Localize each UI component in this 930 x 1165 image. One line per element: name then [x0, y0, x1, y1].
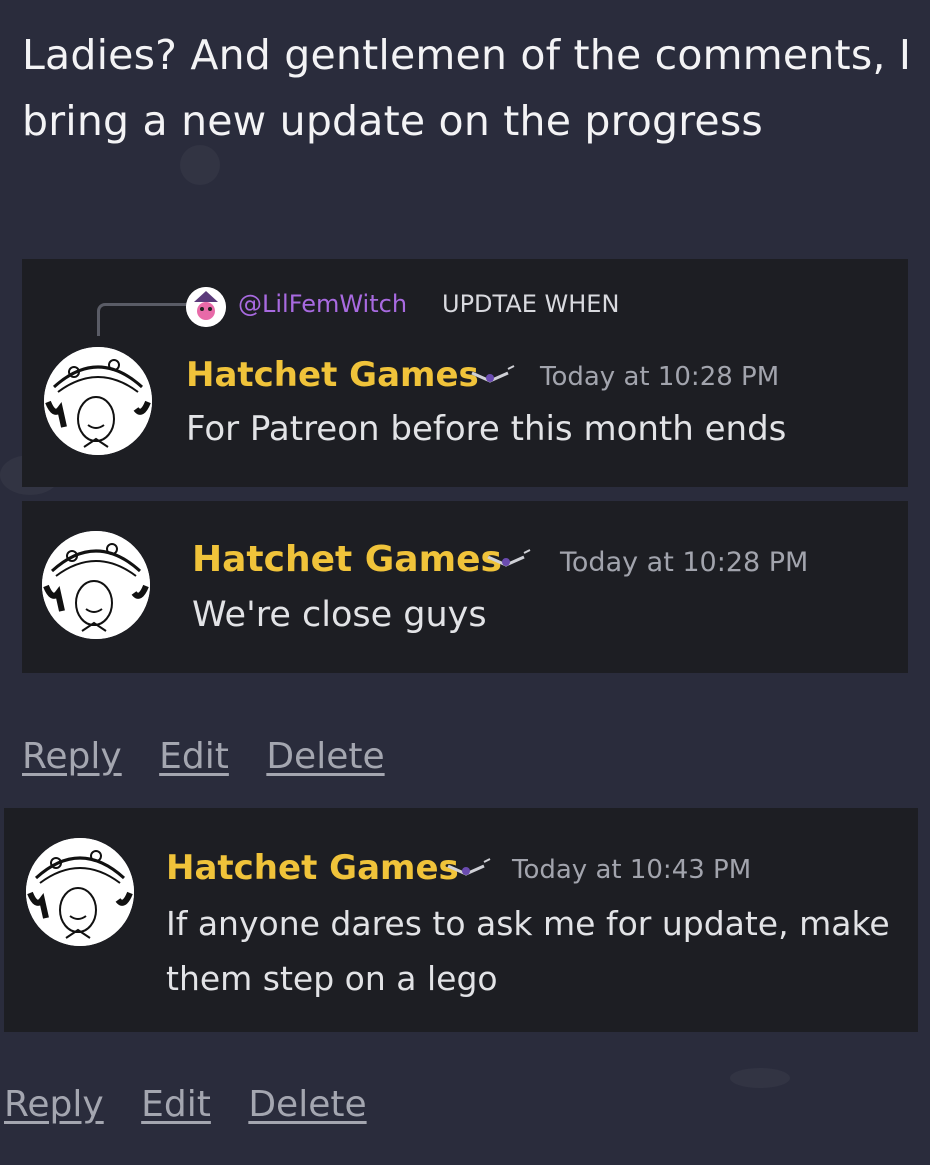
message-card: Hatchet Games Today at 10:28 PM We're cl… — [22, 501, 908, 673]
message-text: For Patreon before this month ends — [186, 409, 787, 449]
bird-badge-icon — [468, 363, 518, 391]
message-card: @LilFemWitch UPDTAE WHEN Hatchet Games T… — [22, 259, 908, 487]
username[interactable]: Hatchet Games — [192, 539, 502, 580]
edit-link[interactable]: Edit — [159, 736, 229, 777]
reply-link[interactable]: Reply — [4, 1084, 104, 1125]
avatar-hatchet-games[interactable] — [42, 531, 150, 639]
message-card: Hatchet Games Today at 10:43 PM If anyon… — [4, 808, 918, 1032]
background-bubble — [730, 1068, 790, 1088]
timestamp: Today at 10:28 PM — [560, 547, 809, 578]
username[interactable]: Hatchet Games — [166, 848, 459, 888]
bird-badge-icon — [484, 547, 534, 575]
delete-link[interactable]: Delete — [248, 1084, 366, 1125]
message-text: We're close guys — [192, 595, 487, 635]
delete-link[interactable]: Delete — [266, 736, 384, 777]
avatar-lilfemwitch — [186, 287, 226, 327]
message-text: If anyone dares to ask me for update, ma… — [166, 904, 890, 998]
reply-link[interactable]: Reply — [22, 736, 122, 777]
username[interactable]: Hatchet Games — [186, 355, 479, 395]
reply-mention[interactable]: @LilFemWitch — [238, 290, 407, 318]
bird-badge-icon — [444, 856, 494, 884]
comment-actions: Reply Edit Delete — [22, 736, 411, 777]
timestamp: Today at 10:28 PM — [540, 362, 780, 392]
avatar-hatchet-games[interactable] — [44, 347, 152, 455]
edit-link[interactable]: Edit — [141, 1084, 211, 1125]
comment-actions: Reply Edit Delete — [4, 1084, 393, 1125]
reply-connector — [97, 303, 188, 336]
post-text: Ladies? And gentlemen of the comments, I… — [22, 31, 912, 145]
reply-snippet: UPDTAE WHEN — [442, 290, 620, 318]
timestamp: Today at 10:43 PM — [512, 855, 752, 885]
avatar-hatchet-games[interactable] — [26, 838, 134, 946]
